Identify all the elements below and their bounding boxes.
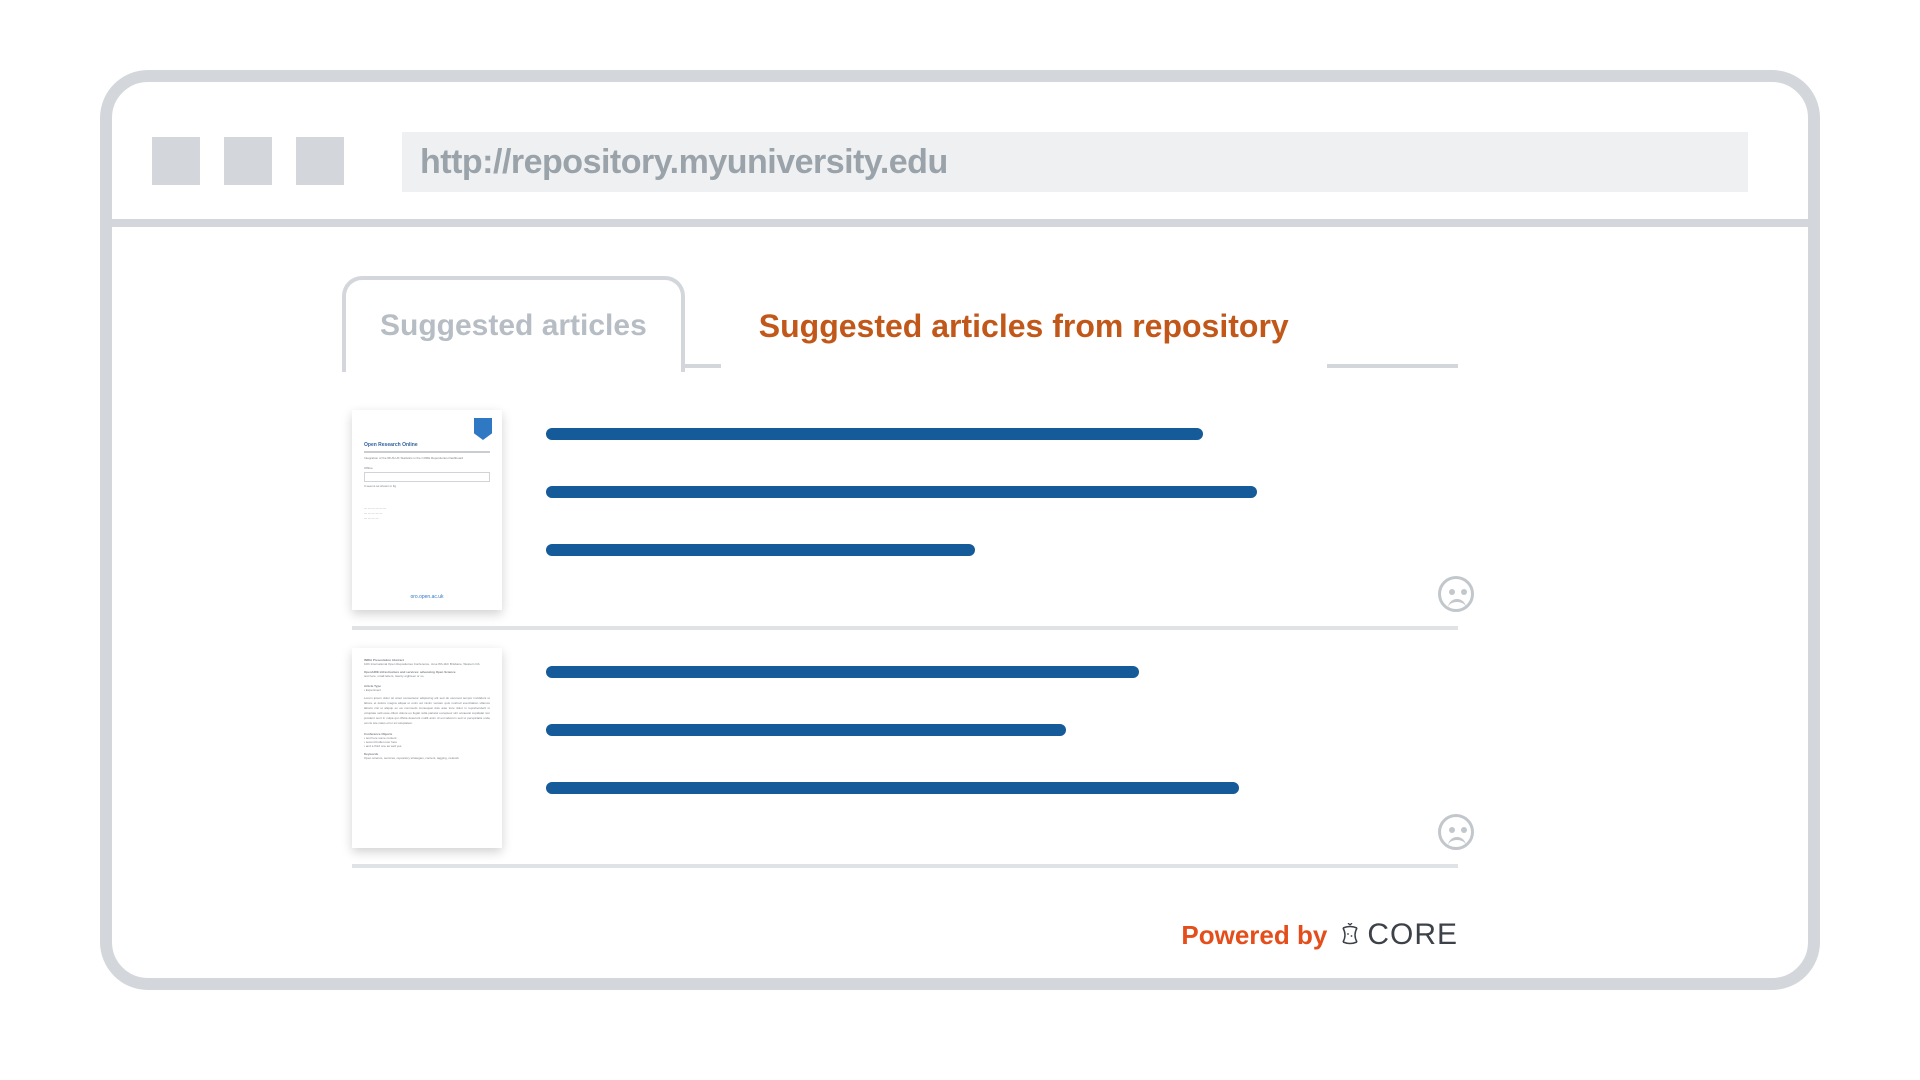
- tab-label: Suggested articles from repository: [759, 308, 1289, 345]
- text-line: [546, 428, 1203, 440]
- page-content: Suggested articles Suggested articles fr…: [132, 252, 1788, 958]
- browser-chrome: http://repository.myuniversity.edu: [112, 82, 1808, 227]
- dislike-icon[interactable]: [1438, 814, 1474, 850]
- core-wordmark: CORE: [1367, 918, 1458, 952]
- tab-suggested-repo[interactable]: Suggested articles from repository: [721, 276, 1327, 372]
- apple-core-icon: [1339, 923, 1361, 947]
- window-controls: [152, 137, 344, 185]
- text-line: [546, 544, 975, 556]
- text-line: [546, 724, 1066, 736]
- thumb-title: Open Research Online: [364, 442, 490, 448]
- tabs: Suggested articles Suggested articles fr…: [342, 272, 1458, 368]
- tab-label: Suggested articles: [380, 309, 647, 343]
- article-thumbnail: INRIA Presentation Abstract 10th Interna…: [352, 648, 502, 848]
- dislike-icon[interactable]: [1438, 576, 1474, 612]
- article-list: Open Research Online Integration of the …: [352, 392, 1458, 868]
- address-url: http://repository.myuniversity.edu: [420, 143, 948, 182]
- address-bar[interactable]: http://repository.myuniversity.edu: [402, 132, 1748, 192]
- article-lines: [546, 410, 1458, 602]
- text-line: [546, 666, 1139, 678]
- article-item[interactable]: INRIA Presentation Abstract 10th Interna…: [352, 630, 1458, 868]
- text-line: [546, 486, 1257, 498]
- article-thumbnail: Open Research Online Integration of the …: [352, 410, 502, 610]
- text-line: [546, 782, 1239, 794]
- window-dot: [296, 137, 344, 185]
- thumb-link: oro.open.ac.uk: [352, 594, 502, 600]
- window-dot: [152, 137, 200, 185]
- browser-window: http://repository.myuniversity.edu Sugge…: [100, 70, 1820, 990]
- article-item[interactable]: Open Research Online Integration of the …: [352, 392, 1458, 630]
- powered-by-label: Powered by: [1181, 920, 1327, 951]
- tab-suggested[interactable]: Suggested articles: [342, 276, 685, 372]
- article-lines: [546, 648, 1458, 840]
- powered-by: Powered by CORE: [1181, 918, 1458, 952]
- window-dot: [224, 137, 272, 185]
- core-logo[interactable]: CORE: [1339, 918, 1458, 952]
